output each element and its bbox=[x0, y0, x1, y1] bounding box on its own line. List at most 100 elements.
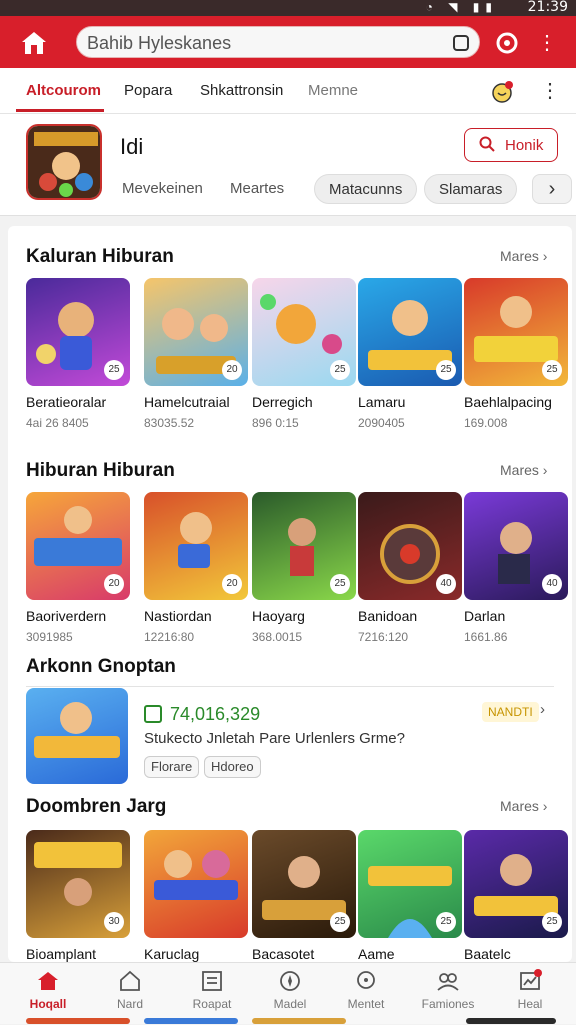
nav-item-2[interactable]: Roapat bbox=[176, 963, 248, 1025]
nav-item-1[interactable]: Nard bbox=[94, 963, 166, 1025]
game-name: Banidoan bbox=[358, 608, 418, 624]
game-size: 3091985 bbox=[26, 630, 73, 644]
top-bar: ⋮ bbox=[0, 16, 576, 68]
game-thumbnail: 25 bbox=[252, 492, 356, 600]
age-badge: 25 bbox=[330, 574, 350, 594]
home-icon bbox=[38, 972, 58, 990]
game-thumbnail: 20 bbox=[26, 492, 130, 600]
game-size: 2090405 bbox=[358, 416, 405, 430]
age-badge: 25 bbox=[436, 360, 456, 380]
search-input[interactable] bbox=[87, 27, 447, 59]
chip-1[interactable]: Meartes bbox=[230, 174, 284, 204]
scan-icon[interactable] bbox=[453, 35, 469, 51]
game-name: Bioamplant bbox=[26, 946, 97, 962]
new-badge: NANDTI bbox=[482, 702, 539, 722]
game-size: 7216:120 bbox=[358, 630, 409, 644]
featured-tag[interactable]: Florare bbox=[144, 756, 200, 778]
game-thumbnail: 20 bbox=[144, 278, 248, 386]
game-name: Nastiordan bbox=[144, 608, 212, 624]
game-thumbnail: 40 bbox=[464, 492, 568, 600]
game-name: Karuclag bbox=[144, 946, 200, 962]
tab-more[interactable]: Memne bbox=[308, 82, 358, 99]
home-icon[interactable] bbox=[20, 30, 48, 56]
nav-item-4[interactable]: Mentet bbox=[330, 963, 402, 1025]
tab-home[interactable]: Altcourom bbox=[26, 82, 101, 99]
game-size: 1661.86 bbox=[464, 630, 508, 644]
tab-bar: Altcourom Popara Shkattronsin Memne ⋮ bbox=[0, 68, 576, 114]
game-name: Baatelc bbox=[464, 946, 511, 962]
app-header: Idi Honik Mevekeinen Meartes Matacunns S… bbox=[0, 114, 576, 216]
age-badge: 30 bbox=[104, 912, 124, 932]
section-title: Hiburan Hiburan bbox=[26, 460, 175, 481]
age-badge: 25 bbox=[436, 912, 456, 932]
age-badge: 25 bbox=[542, 912, 562, 932]
check-icon bbox=[144, 705, 162, 723]
section-more-link[interactable]: Mares › bbox=[500, 248, 547, 264]
people-icon bbox=[437, 973, 459, 991]
featured-tag[interactable]: Hdoreo bbox=[204, 756, 261, 778]
game-size: 4ai 26 8405 bbox=[26, 416, 89, 430]
game-size: 83035.52 bbox=[144, 416, 195, 430]
game-name: Darlan bbox=[464, 608, 506, 624]
game-size: 368.0015 bbox=[252, 630, 303, 644]
compass-icon bbox=[280, 971, 300, 991]
search-bar[interactable] bbox=[76, 26, 480, 59]
nav-item-3[interactable]: Madel bbox=[254, 963, 326, 1025]
section-more-link[interactable]: Mares › bbox=[500, 462, 547, 478]
featured-thumbnail bbox=[26, 688, 128, 784]
featured-card[interactable]: 74,016,329 Stukecto Jnletah Pare Urlenle… bbox=[26, 688, 556, 786]
chip-3[interactable]: Slamaras bbox=[424, 174, 518, 204]
nav-item-5[interactable]: Famiones bbox=[412, 963, 484, 1025]
game-thumbnail: 30 bbox=[26, 830, 130, 938]
game-name: Baoriverdern bbox=[26, 608, 107, 624]
game-thumbnail bbox=[144, 830, 248, 938]
tab-popular[interactable]: Popara bbox=[124, 82, 172, 99]
featured-title: Arkonn Gnoptan bbox=[26, 656, 176, 677]
active-tab-indicator bbox=[16, 109, 104, 112]
app-icon[interactable] bbox=[26, 124, 102, 200]
scroll-peek bbox=[466, 1018, 556, 1024]
game-name: Beratieoralar bbox=[26, 394, 107, 410]
scroll-peek bbox=[252, 1018, 346, 1024]
game-size: 896 0:15 bbox=[252, 416, 299, 430]
featured-count: 74,016,329 bbox=[144, 704, 260, 725]
age-badge: 20 bbox=[222, 360, 242, 380]
tab-categories[interactable]: Shkattronsin bbox=[200, 82, 283, 99]
game-thumbnail: 25 bbox=[358, 278, 462, 386]
house-outline-icon bbox=[120, 970, 140, 991]
more-vert-icon[interactable]: ⋮ bbox=[534, 30, 560, 56]
game-thumbnail: 25 bbox=[464, 830, 568, 938]
content-area: Kaluran Hiburan Mares › 25 Beratieoralar… bbox=[8, 226, 572, 962]
chip-0[interactable]: Mevekeinen bbox=[122, 174, 203, 204]
game-name: Haoyarg bbox=[252, 608, 305, 624]
notification-icon[interactable] bbox=[490, 80, 514, 104]
scroll-peek bbox=[144, 1018, 238, 1024]
game-thumbnail: 25 bbox=[252, 278, 356, 386]
chevron-right-icon[interactable]: › bbox=[540, 701, 545, 718]
overflow-menu-icon[interactable]: ⋮ bbox=[540, 78, 560, 103]
divider bbox=[26, 686, 554, 687]
section-title: Doombren Jarg bbox=[26, 796, 167, 817]
game-name: Hamelcutraial bbox=[144, 394, 230, 410]
age-badge: 25 bbox=[330, 912, 350, 932]
document-icon bbox=[202, 971, 222, 991]
search-icon bbox=[479, 136, 495, 152]
nav-home[interactable]: Hoqall bbox=[12, 963, 84, 1025]
nav-item-6[interactable]: Heal bbox=[494, 963, 566, 1025]
status-time: 21:39 bbox=[527, 0, 568, 15]
game-thumbnail: 40 bbox=[358, 492, 462, 600]
section-more-link[interactable]: Mares › bbox=[500, 798, 547, 814]
age-badge: 20 bbox=[104, 574, 124, 594]
app-title: Idi bbox=[120, 134, 144, 159]
game-size: 12216:80 bbox=[144, 630, 195, 644]
game-name: Baehlalpacing bbox=[464, 394, 552, 410]
status-icons: ◔ ◥ ▮▮ bbox=[425, 0, 498, 14]
chip-scroll-right-icon[interactable]: › bbox=[532, 174, 572, 204]
game-thumbnail: 25 bbox=[464, 278, 568, 386]
chip-2[interactable]: Matacunns bbox=[314, 174, 418, 204]
section-title: Kaluran Hiburan bbox=[26, 246, 174, 267]
account-icon[interactable] bbox=[494, 30, 520, 56]
search-app-button[interactable]: Honik bbox=[464, 128, 558, 162]
game-name: Derregich bbox=[252, 394, 313, 410]
age-badge: 40 bbox=[542, 574, 562, 594]
